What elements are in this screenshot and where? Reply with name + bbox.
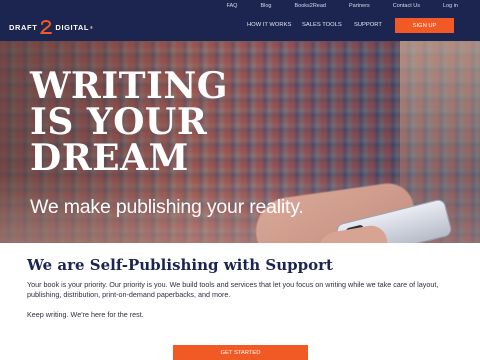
nav-support[interactable]: SUPPORT [354,22,382,28]
get-started-button[interactable]: GET STARTED [173,345,308,360]
hero-title: WRITING IS YOUR DREAM [30,68,270,176]
registered-mark: ® [90,25,94,30]
utility-link-contact-us[interactable]: Contact Us [393,3,420,9]
hero-title-line: WRITING [30,65,228,107]
sign-up-button[interactable]: SIGN UP [395,18,454,33]
utility-link-log-in[interactable]: Log in [443,3,458,9]
hero-subtitle: We make publishing your reality. [30,196,304,218]
utility-link-partners[interactable]: Partners [349,3,370,9]
nav-sales-tools[interactable]: SALES TOOLS [302,22,342,28]
utility-nav: FAQ Blog Books2Read Partners Contact Us … [0,0,480,12]
logo-text-draft: DRAFT [9,23,38,32]
intro-paragraph: Your book is your priority. Our priority… [27,280,439,299]
nav-how-it-works[interactable]: HOW IT WORKS [247,22,291,28]
utility-link-faq[interactable]: FAQ [226,3,237,9]
utility-link-books2read[interactable]: Books2Read [294,3,326,9]
hero-title-line: DREAM [30,137,189,179]
main-nav: DRAFT DIGITAL ® HOW IT WORKS SALES TOOLS… [0,12,480,41]
section-heading: We are Self-Publishing with Support [27,256,333,274]
site-logo[interactable]: DRAFT DIGITAL ® [9,19,94,35]
tagline-paragraph: Keep writing. We're here for the rest. [27,310,144,319]
logo-mark-icon [39,19,53,35]
utility-link-blog[interactable]: Blog [260,3,271,9]
hero-title-line: IS YOUR [30,101,208,143]
logo-text-digital: DIGITAL [55,23,90,32]
